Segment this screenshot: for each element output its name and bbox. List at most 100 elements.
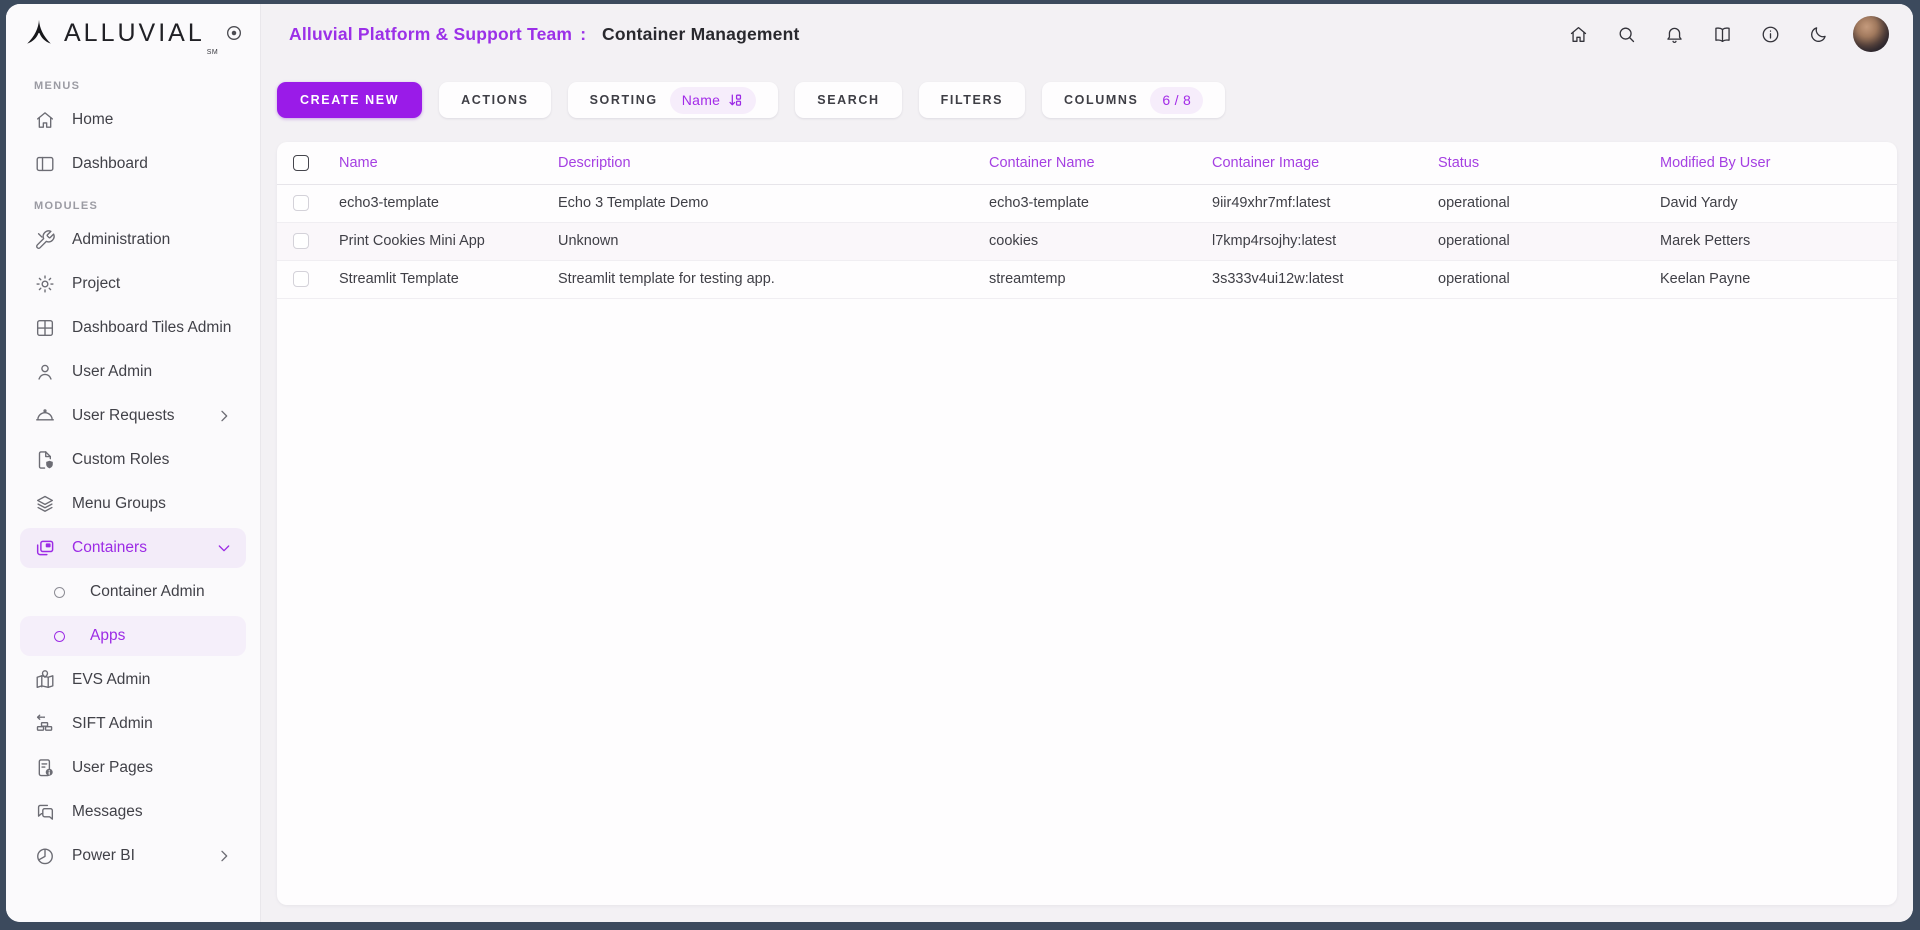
topbar: Alluvial Platform & Support Team : Conta…	[261, 4, 1913, 64]
home-icon	[34, 109, 56, 131]
brand-trademark: SM	[207, 49, 219, 56]
cloche-icon	[34, 405, 56, 427]
nav-section-modules: MODULES	[34, 200, 252, 214]
main-content: Alluvial Platform & Support Team : Conta…	[261, 4, 1913, 922]
cell-description: Echo 3 Template Demo	[542, 184, 973, 222]
chevron-right-icon	[216, 408, 232, 424]
sidebar-item-dashboard-tiles-admin[interactable]: Dashboard Tiles Admin	[20, 308, 246, 348]
sidebar-item-sift-admin[interactable]: SIFT Admin	[20, 704, 246, 744]
cell-description: Unknown	[542, 222, 973, 260]
columns-count-badge: 6 / 8	[1150, 87, 1203, 114]
alluvial-logo-icon	[24, 17, 54, 49]
cell-container-image: 9iir49xhr7mf:latest	[1196, 184, 1422, 222]
user-avatar[interactable]	[1853, 16, 1889, 52]
file-shield-icon	[34, 449, 56, 471]
column-header-container-image[interactable]: Container Image	[1196, 142, 1422, 184]
breadcrumb-separator: :	[580, 24, 586, 45]
search-icon[interactable]	[1616, 24, 1637, 45]
chevron-down-icon	[216, 540, 232, 556]
sidebar-collapse-icon[interactable]	[224, 23, 244, 43]
sidebar-item-home[interactable]: Home	[20, 100, 246, 140]
cell-container-name: cookies	[973, 222, 1196, 260]
columns-button[interactable]: COLUMNS 6 / 8	[1042, 82, 1225, 118]
row-checkbox[interactable]	[293, 271, 309, 287]
sidebar-nav: MENUS Home Dashboard MODULES Administrat…	[6, 62, 260, 922]
cell-name: Print Cookies Mini App	[323, 222, 542, 260]
sidebar-item-custom-roles[interactable]: Custom Roles	[20, 440, 246, 480]
column-header-container-name[interactable]: Container Name	[973, 142, 1196, 184]
radio-bullet-icon	[54, 631, 65, 642]
app-window: ALLUVIAL SM MENUS Home Dashboard MODULES…	[6, 4, 1913, 922]
sidebar-item-user-admin[interactable]: User Admin	[20, 352, 246, 392]
cell-description: Streamlit template for testing app.	[542, 260, 973, 298]
grid-icon	[34, 317, 56, 339]
cell-container-image: 3s333v4ui12w:latest	[1196, 260, 1422, 298]
cell-name: echo3-template	[323, 184, 542, 222]
containers-icon	[34, 537, 56, 559]
map-pin-icon	[34, 669, 56, 691]
sidebar-item-messages[interactable]: Messages	[20, 792, 246, 832]
row-checkbox[interactable]	[293, 195, 309, 211]
user-icon	[34, 361, 56, 383]
toolbar: CREATE NEW ACTIONS SORTING Name SEARCH F…	[277, 82, 1897, 118]
table-header-row: Name Description Container Name Containe…	[277, 142, 1897, 184]
sidebar-item-container-admin[interactable]: Container Admin	[20, 572, 246, 612]
nav-section-menus: MENUS	[34, 80, 252, 94]
column-header-description[interactable]: Description	[542, 142, 973, 184]
layers-icon	[34, 493, 56, 515]
sidebar-header: ALLUVIAL SM	[6, 4, 260, 62]
column-header-name[interactable]: Name	[323, 142, 542, 184]
bell-icon[interactable]	[1664, 24, 1685, 45]
cell-modified-by: David Yardy	[1644, 184, 1897, 222]
cell-status: operational	[1422, 222, 1644, 260]
cell-container-image: l7kmp4rsojhy:latest	[1196, 222, 1422, 260]
cell-status: operational	[1422, 184, 1644, 222]
home-icon[interactable]	[1568, 24, 1589, 45]
page-title: Container Management	[602, 24, 800, 45]
pie-chart-icon	[34, 845, 56, 867]
table-row[interactable]: Print Cookies Mini App Unknown cookies l…	[277, 222, 1897, 260]
sidebar-item-administration[interactable]: Administration	[20, 220, 246, 260]
sidebar-item-user-pages[interactable]: User Pages	[20, 748, 246, 788]
create-new-button[interactable]: CREATE NEW	[277, 82, 422, 118]
table-row[interactable]: echo3-template Echo 3 Template Demo echo…	[277, 184, 1897, 222]
sidebar-item-apps[interactable]: Apps	[20, 616, 246, 656]
dashboard-icon	[34, 153, 56, 175]
dark-mode-moon-icon[interactable]	[1808, 24, 1829, 45]
tools-icon	[34, 229, 56, 251]
brand-wordmark: ALLUVIAL	[64, 19, 205, 48]
sidebar: ALLUVIAL SM MENUS Home Dashboard MODULES…	[6, 4, 261, 922]
cell-name: Streamlit Template	[323, 260, 542, 298]
cell-modified-by: Marek Petters	[1644, 222, 1897, 260]
messages-icon	[34, 801, 56, 823]
sidebar-item-dashboard[interactable]: Dashboard	[20, 144, 246, 184]
sift-icon	[34, 713, 56, 735]
actions-button[interactable]: ACTIONS	[439, 82, 550, 118]
breadcrumb[interactable]: Alluvial Platform & Support Team	[289, 24, 572, 45]
file-info-icon	[34, 757, 56, 779]
sidebar-item-user-requests[interactable]: User Requests	[20, 396, 246, 436]
sidebar-item-power-bi[interactable]: Power BI	[20, 836, 246, 876]
sorting-button[interactable]: SORTING Name	[568, 82, 779, 118]
chevron-right-icon	[216, 848, 232, 864]
column-header-modified-by-user[interactable]: Modified By User	[1644, 142, 1897, 184]
filters-button[interactable]: FILTERS	[919, 82, 1025, 118]
sort-descending-icon	[727, 92, 744, 109]
search-button[interactable]: SEARCH	[795, 82, 901, 118]
sidebar-item-evs-admin[interactable]: EVS Admin	[20, 660, 246, 700]
sidebar-item-containers[interactable]: Containers	[20, 528, 246, 568]
sidebar-item-menu-groups[interactable]: Menu Groups	[20, 484, 246, 524]
table-card: Name Description Container Name Containe…	[277, 142, 1897, 905]
book-open-icon[interactable]	[1712, 24, 1733, 45]
info-icon[interactable]	[1760, 24, 1781, 45]
row-checkbox[interactable]	[293, 233, 309, 249]
select-all-checkbox[interactable]	[293, 155, 309, 171]
table-row[interactable]: Streamlit Template Streamlit template fo…	[277, 260, 1897, 298]
gear-icon	[34, 273, 56, 295]
sidebar-item-project[interactable]: Project	[20, 264, 246, 304]
topbar-actions	[1541, 16, 1889, 52]
column-header-status[interactable]: Status	[1422, 142, 1644, 184]
radio-bullet-icon	[54, 587, 65, 598]
cell-status: operational	[1422, 260, 1644, 298]
cell-container-name: echo3-template	[973, 184, 1196, 222]
